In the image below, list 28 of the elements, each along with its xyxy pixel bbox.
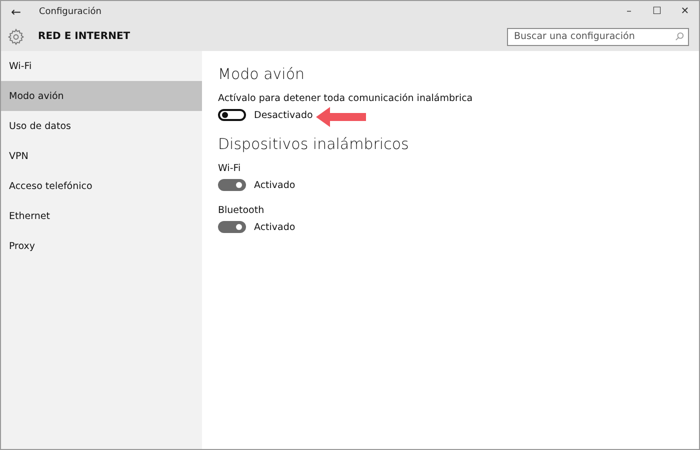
- window-control[interactable]: –: [615, 6, 643, 17]
- window-title: Configuración: [39, 6, 102, 16]
- pointer-arrow: [316, 107, 366, 127]
- sidebar-item[interactable]: Acceso telefónico: [1, 171, 202, 201]
- section-heading: Dispositivos inalámbricos: [218, 135, 410, 153]
- setting-label: Actívalo para detener toda comunicación inalámbrica: [218, 93, 474, 104]
- toggle-switch[interactable]: [218, 221, 246, 233]
- section-heading: Modo avión: [218, 65, 306, 83]
- toggle-state: Activado: [254, 180, 296, 190]
- section-title: RED E INTERNET: [38, 31, 132, 42]
- back-button[interactable]: ←: [1, 4, 31, 18]
- search-icon: [675, 32, 684, 41]
- toggle-switch[interactable]: [218, 109, 246, 121]
- sidebar-item[interactable]: Uso de datos: [1, 111, 202, 141]
- settings-icon: [7, 28, 25, 46]
- sidebar-item[interactable]: Proxy: [1, 231, 202, 261]
- toggle-switch[interactable]: [218, 179, 246, 191]
- setting-label: Bluetooth: [218, 205, 266, 216]
- toggle-state: Desactivado: [254, 110, 313, 120]
- search-field[interactable]: Buscar una configuración: [507, 28, 689, 46]
- sidebar-item[interactable]: VPN: [1, 141, 202, 171]
- sidebar-item[interactable]: Ethernet: [1, 201, 202, 231]
- window-control[interactable]: ☐: [643, 6, 671, 17]
- setting-label: Wi-Fi: [218, 163, 242, 174]
- window-control[interactable]: ✕: [671, 6, 699, 17]
- sidebar-item[interactable]: Modo avión: [1, 81, 202, 111]
- sidebar-item[interactable]: Wi-Fi: [1, 51, 202, 81]
- toggle-state: Activado: [254, 222, 296, 232]
